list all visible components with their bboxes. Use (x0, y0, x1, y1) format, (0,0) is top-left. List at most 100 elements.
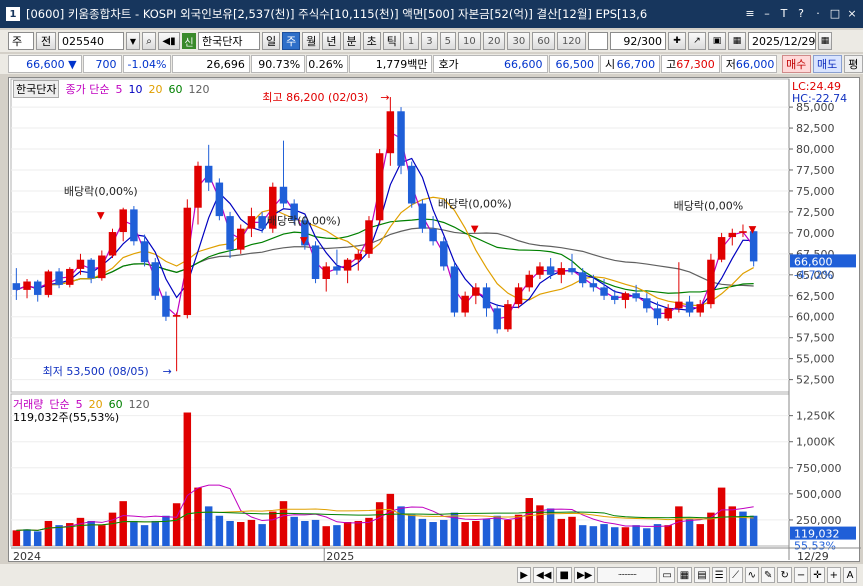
interval-button[interactable]: 1 (402, 32, 420, 50)
calendar-icon[interactable]: ▦ (728, 32, 747, 50)
interval-input[interactable] (588, 32, 609, 50)
dividend-arrow-icon: ▼ (97, 210, 105, 221)
minimize-mini-icon[interactable]: – (760, 6, 774, 20)
stop-icon[interactable]: ■ (556, 567, 572, 583)
forward-icon[interactable]: ▶▶ (573, 567, 596, 583)
draw-icon[interactable]: ✎ (761, 567, 776, 583)
period-second-button[interactable]: 초 (362, 32, 381, 50)
buy-button[interactable]: 매수 (781, 55, 811, 73)
period-year-button[interactable]: 년 (322, 32, 341, 50)
interval-button[interactable]: 3 (421, 32, 438, 50)
candle-body (440, 241, 448, 267)
vma5-line (16, 484, 754, 531)
volume-bar (172, 503, 181, 546)
sell-button[interactable]: 매도 (812, 55, 842, 73)
wave-icon[interactable]: ∿ (744, 567, 760, 583)
interval-button[interactable]: 120 (556, 32, 587, 50)
candle-body (386, 111, 395, 154)
volume-bar (664, 525, 672, 546)
price-tick-label: 62,500 (796, 290, 835, 303)
search-icon[interactable]: ⌕ (142, 32, 156, 50)
candle-body (664, 308, 672, 319)
low-label: 저 (725, 58, 736, 71)
tile-icon[interactable]: ▦ (676, 567, 693, 583)
volume-bar (76, 517, 85, 546)
volume-bar (311, 519, 320, 546)
play-icon[interactable]: ▶ (517, 567, 532, 583)
close-icon[interactable]: × (845, 6, 859, 20)
period-day-button[interactable]: 일 (262, 32, 281, 50)
chart-area[interactable]: 85,000 82,500 80,000 77,500 75,000 72,500 70,0… (8, 77, 861, 563)
maximize-icon[interactable]: □ (828, 6, 842, 20)
minimize-icon[interactable]: · (811, 6, 825, 20)
current-pct-label: -4.72% (794, 268, 833, 281)
x-tick-label: 2024 (13, 550, 41, 563)
grid-icon[interactable]: ▤ (694, 567, 710, 583)
trend-line-icon[interactable]: ⟋ (728, 567, 743, 583)
candle-body (23, 281, 31, 290)
vma60-line (16, 511, 754, 531)
stock-name-tag: 한국단자 (13, 80, 60, 98)
flat-button[interactable]: 평 (843, 55, 863, 73)
volume-bar (386, 493, 395, 546)
stock-code-input[interactable]: 025540 (58, 32, 124, 50)
date-input[interactable]: 2025/12/29 (748, 32, 817, 50)
candle-body (333, 266, 341, 271)
candle-body (728, 232, 737, 238)
rewind-icon[interactable]: ◀◀ (533, 567, 555, 583)
chart-svg[interactable]: 85,00082,50080,00077,50075,00072,50070,0… (9, 78, 861, 563)
high-group: 고 67,300 (661, 55, 720, 73)
chart-type-select[interactable]: 주 (8, 32, 34, 50)
current-price-label: 66,600 (794, 255, 833, 268)
price-tick-label: 80,000 (796, 143, 835, 156)
candle-body (536, 266, 544, 275)
volume-bar (12, 530, 21, 546)
period-month-button[interactable]: 월 (302, 32, 321, 50)
volume-tick-label: 1,250K (796, 410, 835, 423)
interval-button[interactable]: 10 (458, 32, 481, 50)
interval-button[interactable]: 20 (482, 32, 506, 50)
help-icon[interactable]: ? (794, 6, 808, 20)
chart-window: 1 [0600] 키움종합차트 - KOSPI 외국인보유[2,537(천)] … (0, 0, 863, 586)
period-tick-button[interactable]: 틱 (382, 32, 401, 50)
trend-icon[interactable]: ↗ (688, 32, 707, 50)
ma10-label: 10 (128, 82, 143, 96)
candle-body (98, 255, 106, 279)
open-label: 시 (604, 58, 616, 71)
interval-button[interactable]: 5 (439, 32, 456, 50)
prev-button[interactable]: 전 (36, 32, 56, 50)
candle-body (461, 295, 469, 313)
reset-zoom-icon[interactable]: ✛ (810, 567, 825, 583)
volume-bar (226, 520, 234, 546)
candle-body (632, 293, 640, 299)
vma120-label: 120 (128, 397, 150, 411)
period-minute-button[interactable]: 분 (342, 32, 361, 50)
window-title: [0600] 키움종합차트 - KOSPI 외국인보유[2,537(천)] 주식… (26, 7, 648, 21)
volume-ratio: 90.73% (250, 55, 306, 73)
volume-bar (322, 526, 330, 546)
zoom-icon[interactable]: ▭ (659, 567, 675, 583)
candle-body (311, 245, 320, 279)
text-icon[interactable]: T (777, 6, 791, 20)
count-total: /300 (637, 34, 663, 48)
volume-icon[interactable]: ◀▮ (158, 32, 180, 50)
candle-body (739, 231, 747, 233)
interval-button[interactable]: 30 (507, 32, 531, 50)
zoom-in-icon[interactable]: + (826, 567, 841, 583)
scroll-slider[interactable]: ┈┈┈ (597, 567, 658, 583)
list-icon[interactable]: ☰ (711, 567, 727, 583)
text-size-icon[interactable]: A (843, 567, 857, 583)
menu-icon[interactable]: ≡ (743, 6, 757, 20)
code-dropdown-icon[interactable]: ▼ (126, 32, 140, 50)
period-week-button[interactable]: 주 (282, 32, 301, 50)
volume-bar (23, 529, 31, 546)
date-picker-icon[interactable]: ▦ (818, 32, 833, 50)
refresh-icon[interactable]: ↻ (777, 567, 792, 583)
save-icon[interactable]: ▣ (708, 32, 727, 50)
zoom-out-icon[interactable]: − (793, 567, 809, 583)
volume-bar (301, 520, 309, 546)
count-input[interactable]: 92/300 (610, 32, 667, 50)
crosshair-icon[interactable]: ✚ (668, 32, 687, 50)
candle-body (215, 182, 224, 217)
interval-button[interactable]: 60 (532, 32, 555, 50)
